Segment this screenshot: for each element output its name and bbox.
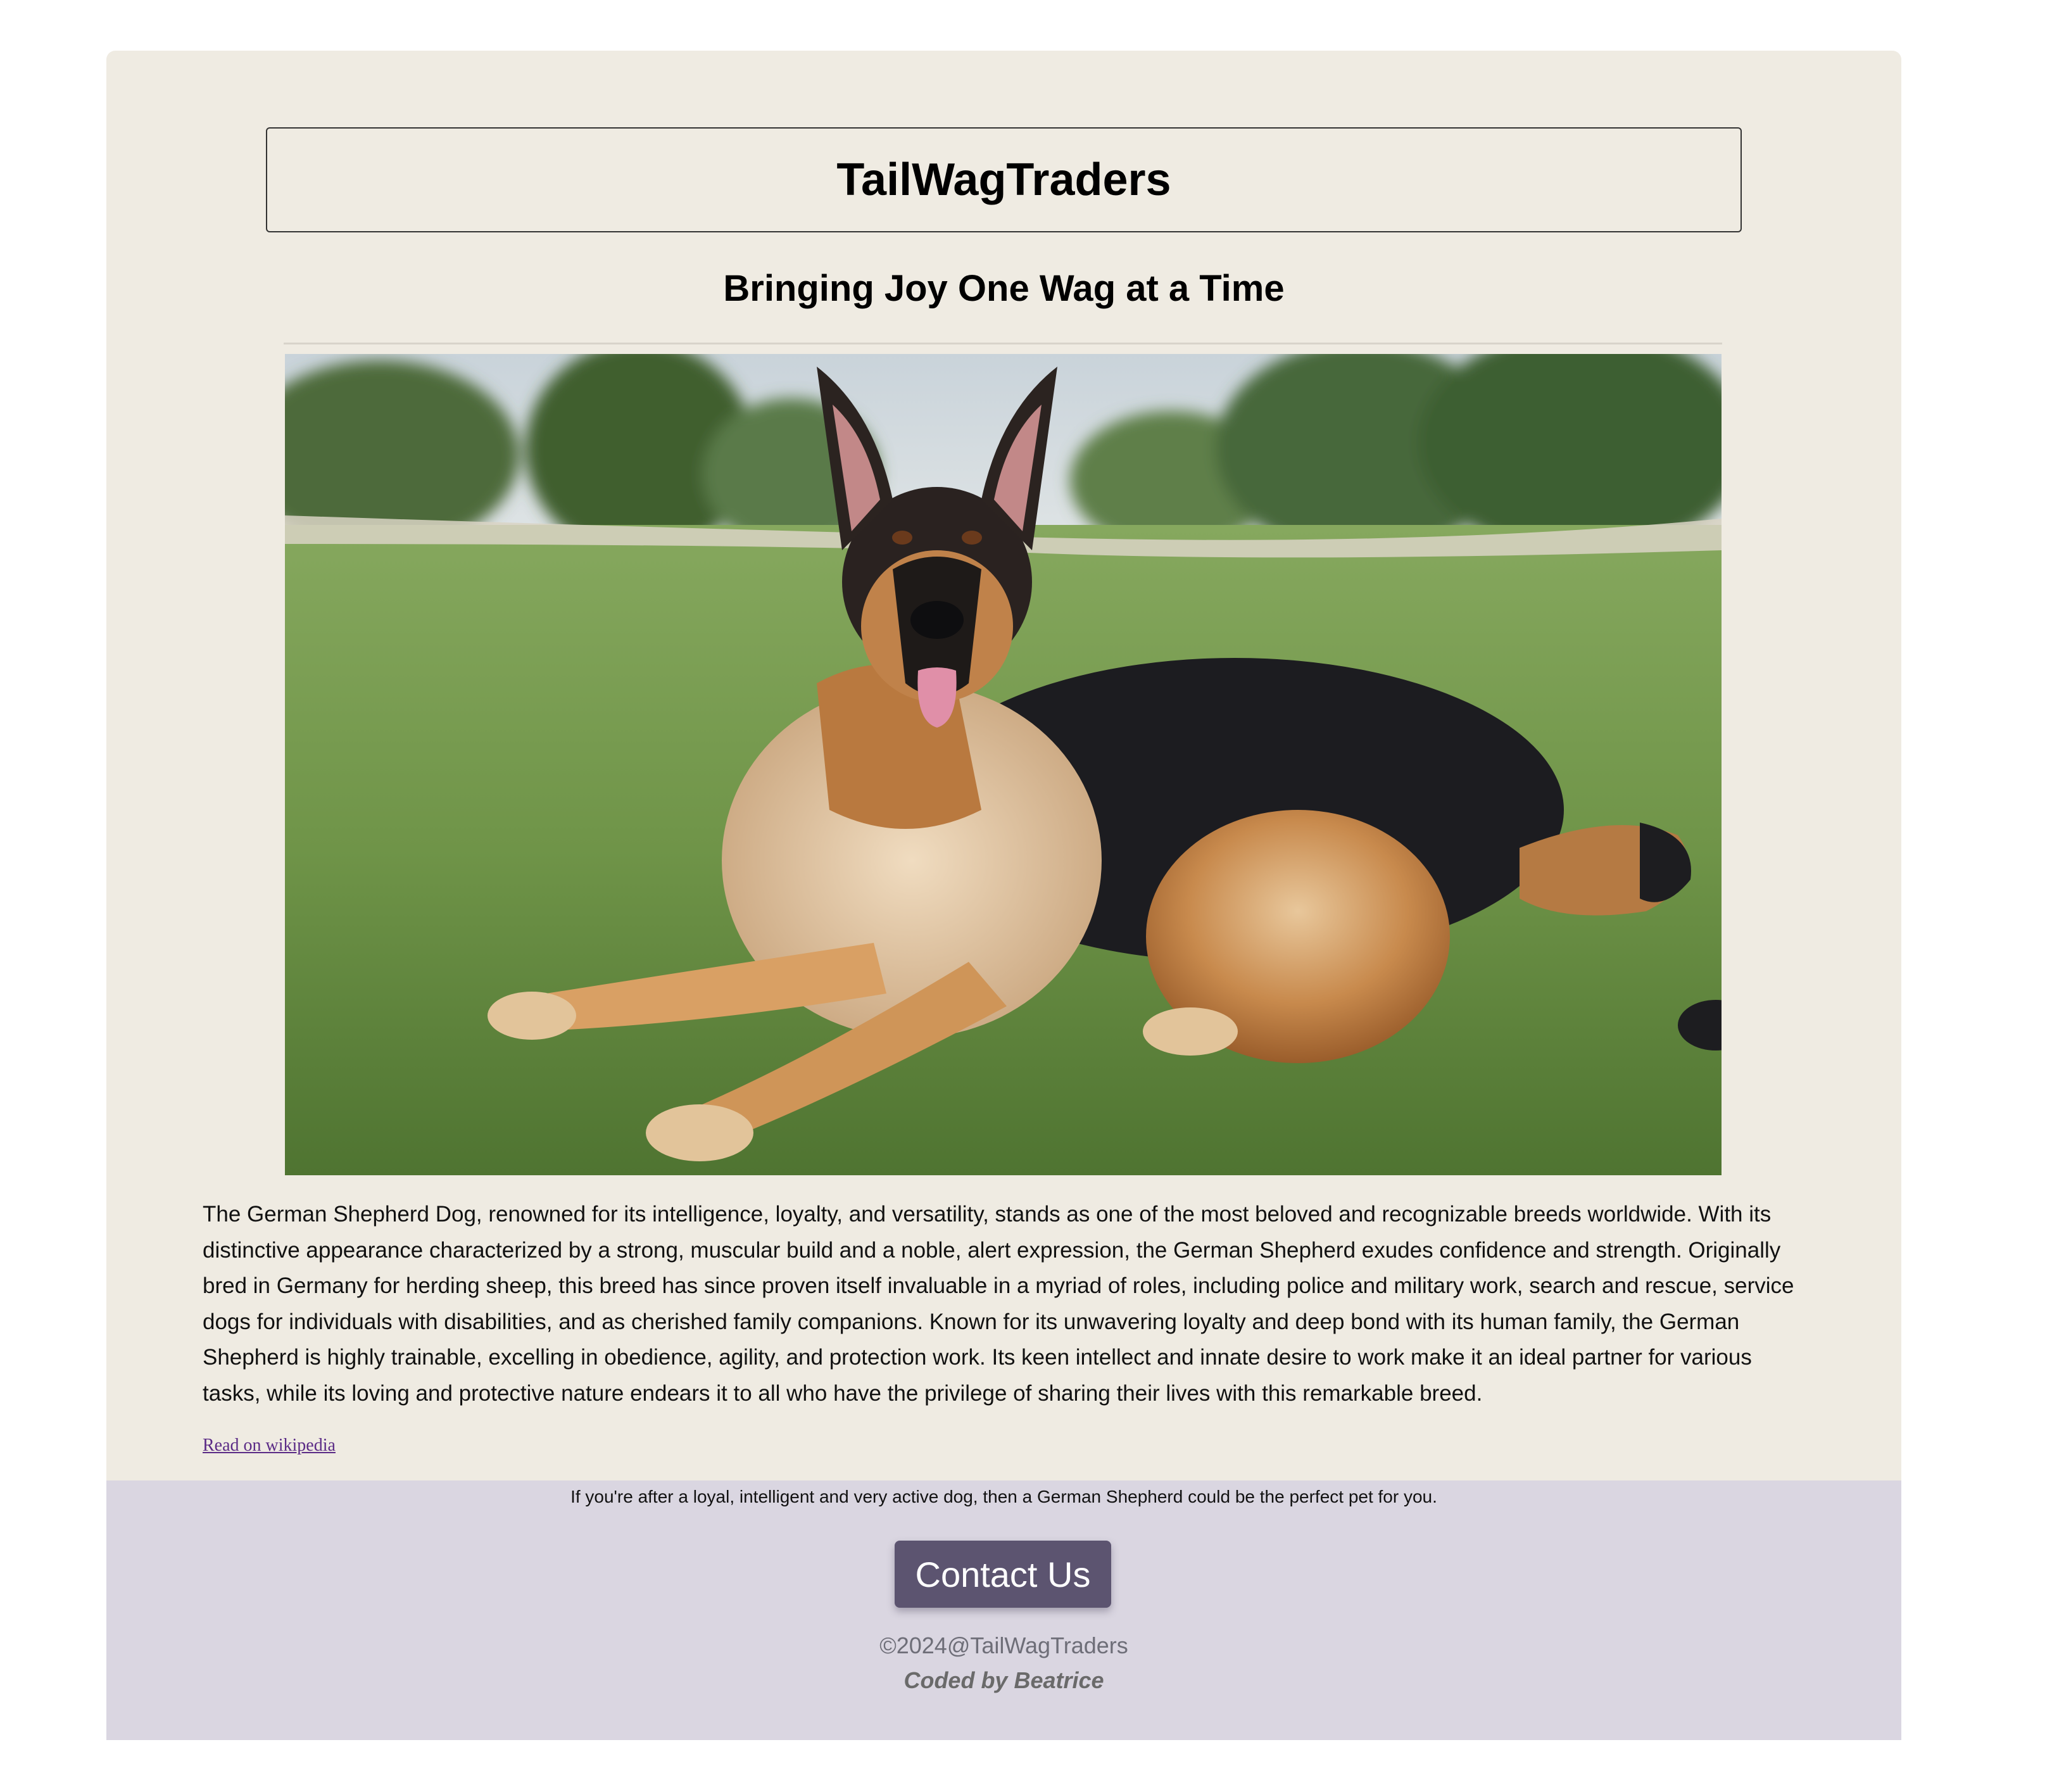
copyright-text: ©2024@TailWagTraders <box>879 1632 1128 1658</box>
footer: If you're after a loyal, intelligent and… <box>106 1480 1901 1740</box>
content-card: TailWagTraders Bringing Joy One Wag at a… <box>106 51 1901 1480</box>
divider <box>284 343 1722 344</box>
german-shepherd-photo <box>285 354 1722 1175</box>
footer-note: If you're after a loyal, intelligent and… <box>570 1487 1437 1506</box>
brand-title: TailWagTraders <box>836 155 1171 205</box>
hero-image <box>285 354 1722 1175</box>
page-tagline: Bringing Joy One Wag at a Time <box>723 268 1285 309</box>
wikipedia-link[interactable]: Read on wikipedia <box>203 1435 336 1456</box>
contact-us-button[interactable]: Contact Us <box>895 1541 1111 1608</box>
brand-header: TailWagTraders <box>266 127 1742 232</box>
breed-description: The German Shepherd Dog, renowned for it… <box>203 1202 1794 1406</box>
author-credit: Coded by Beatrice <box>903 1667 1104 1693</box>
